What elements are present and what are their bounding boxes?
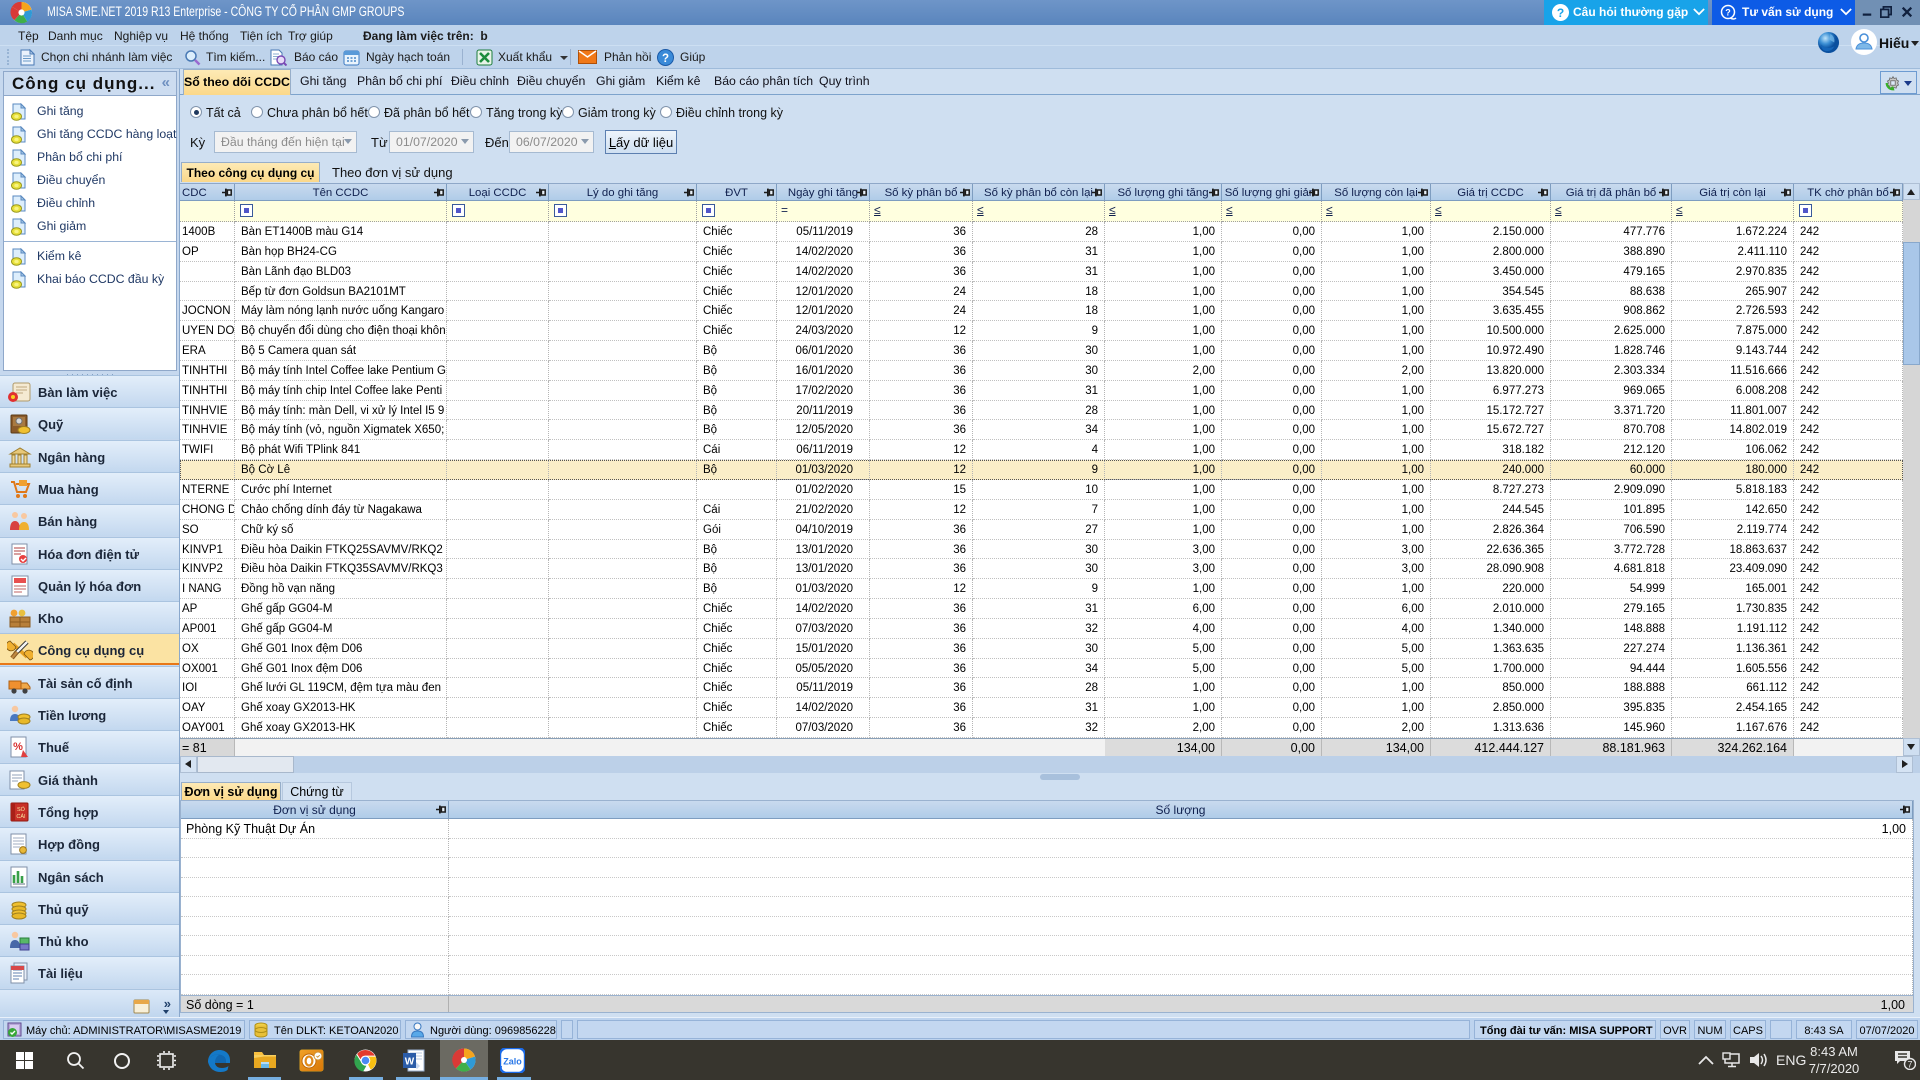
svg-text:?: ?	[1557, 6, 1564, 20]
svg-text:Zalo: Zalo	[503, 1057, 522, 1067]
svg-text:%: %	[13, 741, 23, 753]
svg-text:CÁI: CÁI	[16, 813, 26, 820]
svg-text:7: 7	[1907, 1060, 1912, 1070]
svg-text:W: W	[405, 1057, 415, 1068]
svg-text:?: ?	[1725, 8, 1731, 18]
svg-text:SỔ: SỔ	[17, 806, 26, 813]
svg-text:?: ?	[662, 53, 669, 65]
